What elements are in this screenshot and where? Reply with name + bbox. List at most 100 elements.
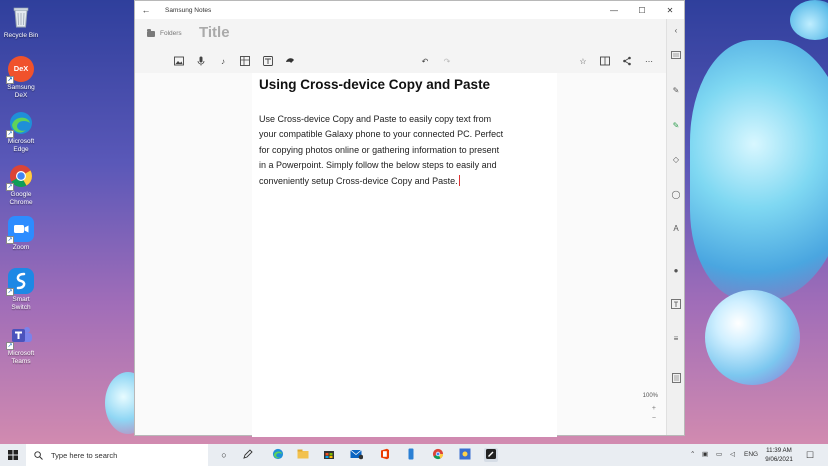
title-bar: ← Samsung Notes — ☐ ✕ [135, 1, 684, 19]
note-body-last-line: conveniently setup Cross-device Copy and… [259, 174, 551, 189]
undo-icon[interactable]: ↶ [419, 56, 431, 68]
redo-icon[interactable]: ↷ [441, 56, 453, 68]
table-icon[interactable] [239, 56, 251, 68]
minimize-button[interactable]: — [600, 6, 628, 15]
zoom-level: 100% [642, 393, 658, 399]
chrome-icon: ↗ [6, 163, 34, 191]
note-body-line: Use Cross-device Copy and Paste to easil… [259, 114, 492, 124]
desktop-icon-label: Microsoft Edge [7, 138, 35, 153]
desktop-icon-label: Smart Switch [11, 296, 31, 311]
zoom-out-button[interactable]: − [652, 415, 656, 422]
folders-label: Folders [160, 30, 182, 37]
highlighter-icon[interactable]: ✎ [670, 120, 682, 132]
note-body-line: for copying photos online or gathering i… [259, 144, 500, 155]
photos-app-icon[interactable] [458, 448, 472, 462]
text-format-icon[interactable] [262, 56, 274, 68]
office-icon[interactable] [378, 448, 392, 462]
samsung-dex-icon: DeX ↗ [6, 56, 34, 84]
note-header: Folders Title [135, 19, 667, 51]
note-page[interactable]: Using Cross-device Copy and Paste Use Cr… [252, 73, 557, 437]
desktop-icon-label: Zoom [12, 244, 30, 251]
voice-recording-icon[interactable] [195, 56, 207, 68]
zoom-in-button[interactable]: + [652, 405, 656, 412]
samsung-notes-window: ← Samsung Notes — ☐ ✕ Folders Title ♪ ↶ … [134, 0, 685, 437]
wallpaper-blob [690, 40, 828, 300]
note-heading[interactable]: Using Cross-device Copy and Paste [259, 77, 490, 92]
desktop-icon-label: Recycle Bin [3, 32, 39, 39]
favorite-star-icon[interactable]: ☆ [577, 56, 589, 68]
text-caret [458, 174, 460, 186]
zoom-icon: ↗ [6, 216, 34, 244]
network-icon[interactable]: ▭ [716, 444, 722, 466]
folder-icon [147, 28, 155, 37]
microsoft-store-icon[interactable] [322, 448, 336, 462]
taskbar-edge-icon[interactable] [271, 448, 285, 462]
pen-icon[interactable]: ✎ [670, 85, 682, 97]
collapse-panel-icon[interactable]: ‹ [670, 25, 682, 37]
shortcut-arrow-icon: ↗ [6, 342, 14, 350]
shortcut-arrow-icon: ↗ [6, 288, 14, 296]
search-placeholder: Type here to search [51, 450, 118, 460]
file-explorer-icon[interactable] [296, 448, 310, 462]
shortcut-arrow-icon: ↗ [6, 76, 14, 84]
search-icon [34, 450, 43, 460]
show-hidden-icons[interactable]: ⌃ [690, 444, 695, 466]
more-options-icon[interactable]: ⋯ [643, 56, 655, 68]
folders-button[interactable]: Folders [147, 28, 182, 37]
notifications-icon[interactable]: ☐ [806, 444, 814, 466]
desktop-icon-google-chrome[interactable]: ↗ Google Chrome [2, 163, 40, 207]
volume-icon[interactable]: ◁ [730, 444, 735, 466]
taskbar-pen-icon[interactable] [241, 448, 255, 462]
insert-image-icon[interactable] [173, 56, 185, 68]
desktop-icon-samsung-dex[interactable]: DeX ↗ Samsung DeX [2, 56, 40, 100]
windows-logo-icon [8, 450, 18, 460]
phone-app-icon[interactable] [404, 448, 418, 462]
music-note-icon[interactable]: ♪ [217, 56, 229, 68]
back-arrow-icon[interactable]: ← [135, 5, 157, 15]
note-body-line: conveniently setup Cross-device Copy and… [259, 175, 458, 186]
shortcut-arrow-icon: ↗ [6, 183, 14, 191]
text-recognition-icon[interactable]: A [670, 223, 682, 235]
start-button[interactable] [0, 444, 26, 466]
desktop-icon-smart-switch[interactable]: ↗ Smart Switch [2, 268, 40, 312]
taskbar-search-box[interactable]: Type here to search [26, 444, 208, 466]
tray-app-icon[interactable]: ▣ [702, 444, 708, 466]
page-template-icon[interactable] [670, 373, 682, 385]
clock-time: 11:39 AM [766, 447, 792, 454]
desktop-icon-recycle-bin[interactable]: Recycle Bin [2, 4, 40, 40]
desktop-icon-label: Microsoft Teams [7, 350, 35, 365]
keyboard-icon[interactable] [670, 51, 682, 63]
close-button[interactable]: ✕ [656, 6, 684, 15]
teams-icon: ↗ [6, 322, 34, 350]
desktop-icon-microsoft-teams[interactable]: ↗ Microsoft Teams [2, 322, 40, 366]
drawing-pen-icon[interactable] [284, 56, 296, 68]
align-text-icon[interactable]: ≡ [670, 333, 682, 345]
note-body-line: in a Powerpoint. Simply follow the below… [259, 160, 497, 171]
smart-switch-icon: ↗ [6, 268, 34, 296]
taskbar-chrome-icon[interactable] [431, 448, 445, 462]
shortcut-arrow-icon: ↗ [6, 130, 14, 138]
lasso-icon[interactable]: ◯ [670, 189, 682, 201]
reading-mode-icon[interactable] [599, 56, 611, 68]
wallpaper-bubble [705, 290, 800, 385]
clock[interactable]: 11:39 AM 9/06/2021 [756, 446, 802, 464]
side-tools-panel: ‹ ✎ ✎ ◇ ◯ A ● ≡ [666, 19, 684, 435]
recycle-bin-icon [8, 4, 34, 30]
samsung-notes-taskbar-icon[interactable] [484, 448, 498, 462]
window-title: Samsung Notes [165, 6, 212, 14]
note-body[interactable]: Use Cross-device Copy and Paste to easil… [259, 112, 551, 189]
mail-icon[interactable] [349, 448, 363, 462]
share-icon[interactable] [621, 56, 633, 68]
note-body-line: your compatible Galaxy phone to your con… [259, 129, 504, 140]
insert-text-box-icon[interactable] [670, 299, 682, 311]
edge-icon: ↗ [6, 110, 34, 138]
eraser-icon[interactable]: ◇ [670, 154, 682, 166]
title-input[interactable]: Title [199, 24, 230, 41]
desktop-icon-label: Samsung DeX [7, 84, 35, 99]
desktop-icon-microsoft-edge[interactable]: ↗ Microsoft Edge [2, 110, 40, 154]
wallpaper-blob-top [790, 0, 828, 40]
task-view-icon[interactable]: ○ [217, 448, 231, 462]
desktop-icon-zoom[interactable]: ↗ Zoom [2, 216, 40, 252]
shapes-icon[interactable]: ● [670, 265, 682, 277]
maximize-button[interactable]: ☐ [628, 6, 656, 15]
